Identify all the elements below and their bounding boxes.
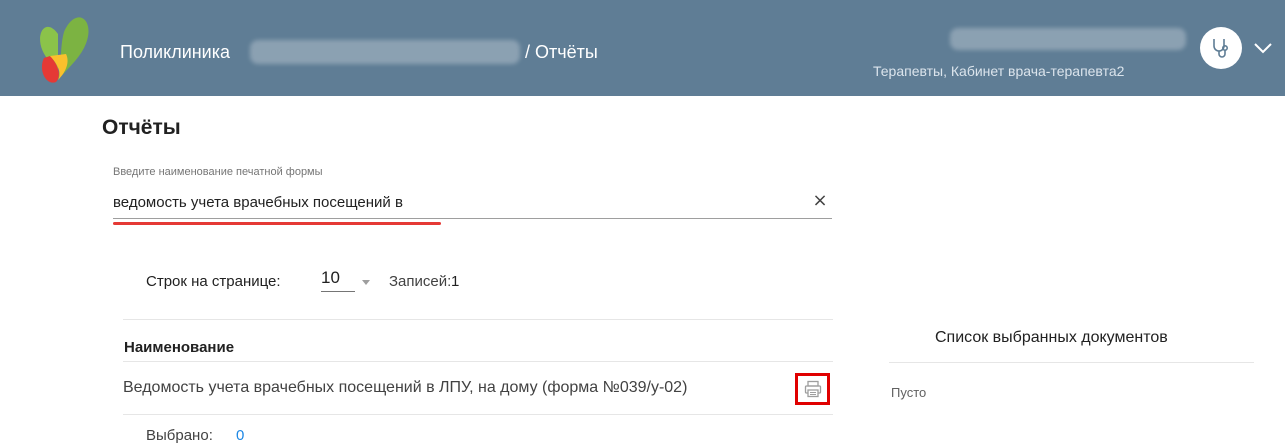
records-count: 1 bbox=[451, 273, 460, 290]
page-title: Отчёты bbox=[102, 116, 181, 139]
selected-label: Выбрано: bbox=[146, 427, 213, 443]
clinic-label: Поликлиника bbox=[120, 42, 231, 62]
clear-search-button[interactable]: × bbox=[808, 189, 832, 213]
rows-per-page-select[interactable]: 10 bbox=[321, 268, 355, 292]
app-header: Поликлиника / Отчёты Терапевты, Кабинет … bbox=[0, 0, 1285, 96]
print-icon bbox=[804, 380, 821, 398]
app-logo bbox=[40, 17, 89, 83]
records-label: Записей: bbox=[389, 273, 452, 290]
user-role: Терапевты, Кабинет врача-терапевта2 bbox=[873, 63, 1125, 79]
search-label: Введите наименование печатной формы bbox=[113, 166, 323, 178]
breadcrumb-section: / Отчёты bbox=[525, 42, 598, 62]
user-avatar[interactable] bbox=[1200, 27, 1242, 69]
dropdown-caret-icon[interactable] bbox=[362, 280, 370, 285]
report-name[interactable]: Ведомость учета врачебных посещений в ЛП… bbox=[123, 379, 687, 397]
table-divider-bottom bbox=[123, 414, 833, 415]
search-input[interactable] bbox=[113, 191, 803, 213]
stethoscope-icon bbox=[1213, 39, 1229, 58]
highlight-underline bbox=[113, 222, 441, 225]
clinic-name-redacted bbox=[250, 40, 520, 64]
selected-documents-title: Список выбранных документов bbox=[935, 329, 1168, 346]
search-underline bbox=[113, 218, 832, 219]
column-header-name: Наименование bbox=[124, 339, 235, 356]
rows-per-page-label: Строк на странице: bbox=[146, 273, 281, 290]
table-divider-header bbox=[123, 361, 833, 362]
side-panel-divider bbox=[889, 362, 1254, 363]
user-name-redacted bbox=[950, 28, 1186, 50]
table-divider-top bbox=[123, 319, 833, 320]
print-button[interactable] bbox=[795, 373, 830, 405]
selected-count: 0 bbox=[236, 427, 245, 443]
selected-documents-empty: Пусто bbox=[891, 385, 927, 400]
chevron-down-icon[interactable] bbox=[1251, 38, 1275, 58]
